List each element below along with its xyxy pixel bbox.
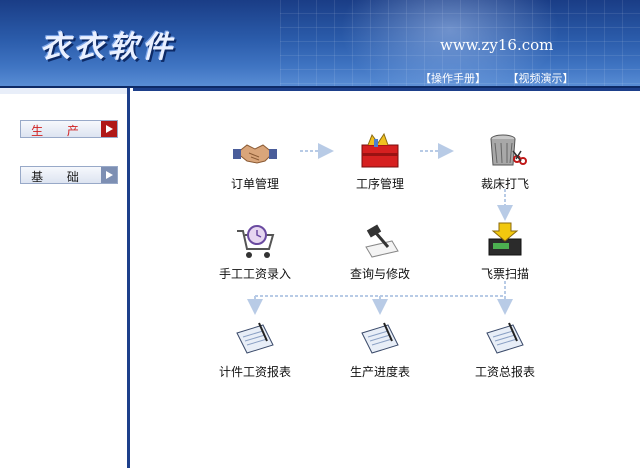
- sidebar-item-label: 基 础: [31, 170, 89, 184]
- video-demo-link[interactable]: 【视频演示】: [508, 72, 574, 85]
- node-label: 计件工资报表: [218, 365, 291, 379]
- node-label: 手工工资录入: [218, 267, 291, 281]
- manual-link[interactable]: 【操作手册】: [420, 72, 486, 85]
- process-management[interactable]: 工序管理: [330, 131, 430, 192]
- production-progress-report[interactable]: 生产进度表: [330, 319, 430, 380]
- node-label: 生产进度表: [349, 365, 410, 379]
- node-label: 工序管理: [355, 177, 404, 191]
- header-banner: 衣衣软件 www.zy16.com 【操作手册】 【视频演示】: [0, 0, 640, 88]
- header-links: 【操作手册】 【视频演示】: [420, 70, 592, 86]
- arrow-right-icon: [101, 167, 117, 183]
- node-label: 工资总报表: [474, 365, 535, 379]
- sidebar-item-label: 生 产: [31, 124, 89, 138]
- toolbox-icon: [361, 132, 399, 168]
- report-pen-icon: [236, 322, 274, 354]
- query-and-edit[interactable]: 查询与修改: [330, 221, 430, 282]
- arrow-right-icon: [101, 121, 117, 137]
- scanner-icon: [488, 222, 522, 256]
- node-label: 裁床打飞: [480, 177, 529, 191]
- main-panel: 订单管理 工序管理 裁床打飞 手工工资录入 查询与修改 飞票扫描 计件工资报表 …: [133, 88, 640, 468]
- node-label: 查询与修改: [349, 267, 410, 281]
- sidebar-item-production[interactable]: 生 产: [20, 120, 118, 138]
- cart-clock-icon: [237, 225, 275, 258]
- node-label: 飞票扫描: [480, 267, 529, 281]
- ticket-scan[interactable]: 飞票扫描: [455, 221, 555, 282]
- cutting-ticket[interactable]: 裁床打飞: [455, 131, 555, 192]
- report-pen-icon: [486, 322, 524, 354]
- sidebar: 生 产 基 础: [0, 88, 130, 468]
- handshake-icon: [233, 144, 277, 164]
- sidebar-item-base[interactable]: 基 础: [20, 166, 118, 184]
- brand-logo: 衣衣软件: [40, 30, 176, 65]
- node-label: 订单管理: [230, 177, 279, 191]
- manual-wage-entry[interactable]: 手工工资录入: [205, 221, 305, 282]
- report-pen-icon: [361, 322, 399, 354]
- total-wage-report[interactable]: 工资总报表: [455, 319, 555, 380]
- order-management[interactable]: 订单管理: [205, 131, 305, 192]
- piece-wage-report[interactable]: 计件工资报表: [205, 319, 305, 380]
- gavel-icon: [365, 224, 399, 258]
- site-url: www.zy16.com: [440, 36, 554, 54]
- fabric-roll-scissors-icon: [490, 134, 527, 166]
